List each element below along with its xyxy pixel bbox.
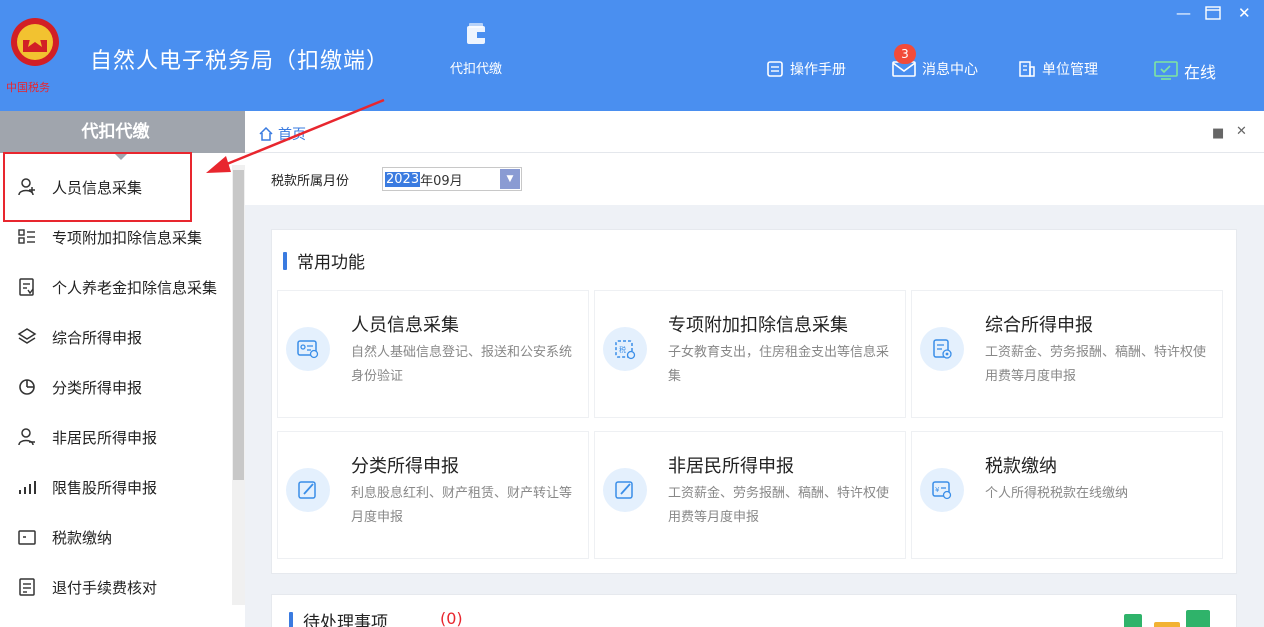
card-title: 分类所得申报 (351, 456, 459, 477)
message-center-label: 消息中心 (922, 62, 978, 78)
tab-withholding-label: 代扣代缴 (449, 62, 502, 77)
svg-text:税: 税 (619, 345, 626, 354)
card-tax-payment[interactable]: ¥ 税款缴纳 个人所得税税款在线缴纳 (911, 431, 1223, 559)
manual-label: 操作手册 (790, 62, 846, 78)
message-count-badge: 3 (894, 44, 916, 64)
svg-text:中国税务: 中国税务 (6, 80, 50, 94)
app-title: 自然人电子税务局（扣缴端） (90, 49, 390, 74)
card-description: 工资薪金、劳务报酬、稿酬、特许权使用费等月度申报 (668, 486, 890, 525)
manual-button[interactable]: 操作手册 (766, 59, 846, 79)
tax-month-select[interactable]: 2023 年09月 ▼ (382, 167, 522, 191)
id-card-icon (286, 327, 330, 371)
user-outline-icon (16, 426, 38, 448)
green-action-icon[interactable] (1124, 614, 1142, 627)
sidebar-item-label: 退付手续费核对 (52, 578, 158, 597)
folder-icon (16, 526, 38, 548)
maximize-tab-icon[interactable]: ■ (1212, 126, 1224, 141)
pending-items-title: 待处理事项 (289, 608, 388, 627)
sidebar-item-restricted-shares[interactable]: 限售股所得申报 (0, 462, 232, 512)
minimize-icon[interactable]: — (1176, 4, 1191, 22)
sidebar-item-label: 个人养老金扣除信息采集 (52, 278, 218, 297)
breadcrumb[interactable]: 首页 (258, 124, 306, 144)
building-icon (1019, 61, 1035, 77)
online-label: 在线 (1184, 63, 1217, 82)
sidebar-item-comprehensive-income[interactable]: 综合所得申报 (0, 312, 232, 362)
sidebar-item-label: 专项附加扣除信息采集 (52, 228, 203, 247)
close-icon[interactable]: ✕ (1238, 4, 1251, 22)
info-action-icon[interactable] (1186, 610, 1210, 627)
card-description: 个人所得税税款在线缴纳 (985, 486, 1129, 501)
common-functions-title: 常用功能 (283, 248, 365, 273)
chevron-down-icon[interactable]: ▼ (500, 169, 520, 189)
unit-management-button[interactable]: 单位管理 (1018, 59, 1098, 79)
breadcrumb-bar (245, 111, 1264, 153)
yellow-action-icon[interactable] (1154, 622, 1180, 627)
edit-icon (603, 468, 647, 512)
bar-chart-icon (16, 476, 38, 498)
card-title: 人员信息采集 (351, 315, 459, 336)
section-accent-bar (283, 251, 287, 270)
annotation-highlight-box (3, 152, 192, 222)
sidebar-item-nonresident-income[interactable]: 非居民所得申报 (0, 412, 232, 462)
sidebar-item-classified-income[interactable]: 分类所得申报 (0, 362, 232, 412)
report-icon (920, 327, 964, 371)
sidebar-title-text: 代扣代缴 (81, 122, 150, 142)
card-title: 专项附加扣除信息采集 (668, 315, 848, 336)
sidebar-title: 代扣代缴 (0, 111, 245, 160)
card-nonresident-income[interactable]: 非居民所得申报 工资薪金、劳务报酬、稿酬、特许权使用费等月度申报 (594, 431, 906, 559)
sidebar-item-label: 税款缴纳 (52, 528, 113, 547)
section-accent-bar (289, 611, 293, 627)
tax-month-year: 2023 (385, 171, 421, 187)
pending-items-count: (0) (440, 609, 463, 627)
payment-icon: ¥ (920, 468, 964, 512)
restore-icon[interactable] (1205, 6, 1221, 20)
card-title: 综合所得申报 (985, 315, 1093, 336)
sidebar-item-label: 分类所得申报 (52, 378, 143, 397)
tax-month-rest: 年09月 (420, 173, 463, 189)
edit-icon (286, 468, 330, 512)
list-icon (16, 226, 38, 248)
document-icon (767, 61, 783, 77)
card-description: 利息股息红利、财产租赁、财产转让等月度申报 (351, 486, 573, 525)
unit-management-label: 单位管理 (1042, 62, 1098, 78)
card-special-deduction[interactable]: 税 专项附加扣除信息采集 子女教育支出，住房租金支出等信息采集 (594, 290, 906, 418)
online-status[interactable]: 在线 (1154, 59, 1216, 83)
sidebar-item-label: 限售股所得申报 (52, 478, 158, 497)
tax-emblem-logo: 中国税务 (6, 18, 59, 94)
layers-icon (16, 326, 38, 348)
card-description: 工资薪金、劳务报酬、稿酬、特许权使用费等月度申报 (985, 345, 1207, 384)
card-comprehensive-income[interactable]: 综合所得申报 工资薪金、劳务报酬、稿酬、特许权使用费等月度申报 (911, 290, 1223, 418)
sidebar-item-pension-deduction[interactable]: 个人养老金扣除信息采集 (0, 262, 232, 312)
checklist-icon (16, 576, 38, 598)
card-personnel-info[interactable]: 人员信息采集 自然人基础信息登记、报送和公安系统身份验证 (277, 290, 589, 418)
tax-month-label: 税款所属月份 (271, 174, 350, 189)
sidebar-item-label: 综合所得申报 (52, 328, 143, 347)
sidebar-scroll-thumb[interactable] (233, 170, 244, 480)
breadcrumb-home[interactable]: 首页 (278, 124, 306, 144)
pension-icon (16, 276, 38, 298)
pending-items-panel (271, 594, 1237, 627)
sidebar-item-label: 非居民所得申报 (52, 428, 158, 447)
card-title: 非居民所得申报 (668, 456, 794, 477)
home-icon (259, 126, 273, 141)
sidebar-item-refund-fee[interactable]: 退付手续费核对 (0, 562, 232, 612)
pie-icon (16, 376, 38, 398)
tab-withholding[interactable]: 代扣代缴 (438, 22, 514, 77)
app-header: 中国税务 自然人电子税务局（扣缴端） 代扣代缴 操作手册 消息中心 3 单位管理… (0, 0, 1264, 111)
wallet-icon (467, 23, 485, 44)
tax-doc-icon: 税 (603, 327, 647, 371)
card-description: 自然人基础信息登记、报送和公安系统身份验证 (351, 345, 573, 384)
close-tab-icon[interactable]: ✕ (1236, 124, 1247, 139)
svg-text:¥: ¥ (935, 486, 940, 494)
card-classified-income[interactable]: 分类所得申报 利息股息红利、财产租赁、财产转让等月度申报 (277, 431, 589, 559)
pending-items-title-text: 待处理事项 (303, 613, 388, 627)
common-functions-title-text: 常用功能 (297, 253, 365, 273)
card-title: 税款缴纳 (985, 456, 1057, 477)
monitor-check-icon (1154, 61, 1178, 80)
card-description: 子女教育支出，住房租金支出等信息采集 (668, 345, 890, 384)
sidebar-item-tax-payment[interactable]: 税款缴纳 (0, 512, 232, 562)
